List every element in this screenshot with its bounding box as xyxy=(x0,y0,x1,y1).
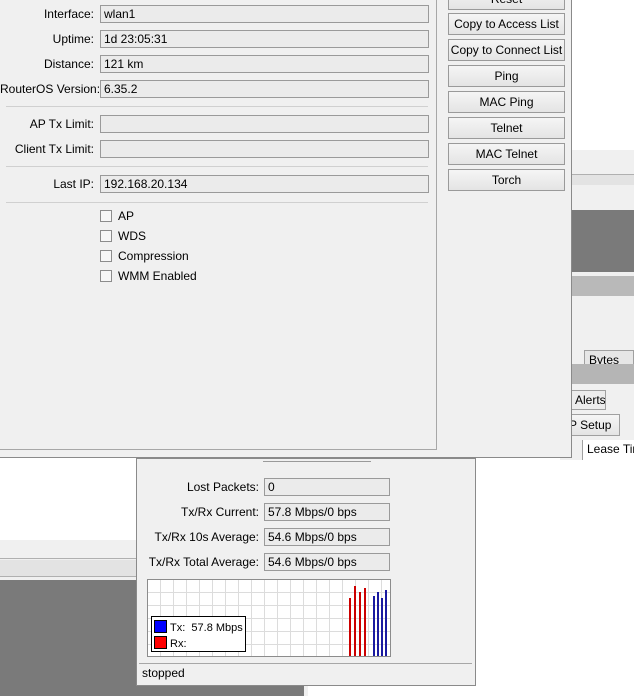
general-panel: Interface: wlan1 Uptime: 1d 23:05:31 Dis… xyxy=(0,0,437,450)
column-header-lease[interactable]: Lease Tim xyxy=(582,440,634,460)
tx-rx-current-label: Tx/Rx Current: xyxy=(180,505,259,519)
interface-label: Interface: xyxy=(43,7,94,21)
tx-rx-10s-average-field[interactable]: 54.6 Mbps/0 bps xyxy=(264,528,390,546)
checkbox-wds[interactable]: WDS xyxy=(100,229,146,245)
checkbox-wmm-enabled-box[interactable] xyxy=(100,270,112,282)
tx-rx-current-field[interactable]: 57.8 Mbps/0 bps xyxy=(264,503,390,521)
column-header-lease-label: Lease Tim xyxy=(587,442,634,456)
uptime-field[interactable]: 1d 23:05:31 xyxy=(100,30,429,48)
setup-button-label: P Setup xyxy=(569,418,612,432)
checkbox-wds-label: WDS xyxy=(118,229,146,243)
checkbox-compression[interactable]: Compression xyxy=(100,249,189,265)
checkbox-compression-label: Compression xyxy=(118,249,189,263)
distance-field[interactable]: 121 km xyxy=(100,55,429,73)
routeros-version-label: RouterOS Version: xyxy=(0,82,101,96)
checkbox-ap-label: AP xyxy=(118,209,135,223)
checkbox-ap[interactable]: AP xyxy=(100,209,134,225)
copy-to-access-list-button[interactable]: Copy to Access List xyxy=(448,13,565,35)
mac-ping-button[interactable]: MAC Ping xyxy=(448,91,565,113)
traffic-stats-window: Lost Packets: 0 Tx/Rx Current: 57.8 Mbps… xyxy=(136,458,476,686)
checkbox-wmm-enabled[interactable]: WMM Enabled xyxy=(100,269,197,285)
ping-button[interactable]: Ping xyxy=(448,65,565,87)
checkbox-compression-box[interactable] xyxy=(100,250,112,262)
legend-tx-value: 57.8 Mbps xyxy=(191,622,243,634)
ap-tx-limit-field[interactable] xyxy=(100,115,429,133)
reset-button[interactable]: Reset xyxy=(448,0,565,10)
status-text: stopped xyxy=(142,666,185,680)
tab-alerts[interactable]: Alerts xyxy=(570,390,606,410)
mac-telnet-button[interactable]: MAC Telnet xyxy=(448,143,565,165)
ap-tx-limit-label: AP Tx Limit: xyxy=(29,117,94,131)
traffic-graph: Tx: 57.8 Mbps Rx: xyxy=(147,579,391,657)
setup-button[interactable]: P Setup xyxy=(564,414,620,436)
separator xyxy=(6,202,428,203)
tab-alerts-label: Alerts xyxy=(575,393,606,407)
checkbox-ap-box[interactable] xyxy=(100,210,112,222)
telnet-button[interactable]: Telnet xyxy=(448,117,565,139)
distance-label: Distance: xyxy=(43,57,94,71)
last-ip-field[interactable]: 192.168.20.134 xyxy=(100,175,429,193)
separator xyxy=(6,106,428,107)
legend-tx-swatch xyxy=(154,620,167,633)
checkbox-wmm-enabled-label: WMM Enabled xyxy=(118,269,197,283)
graph-legend: Tx: 57.8 Mbps Rx: xyxy=(151,616,246,652)
lost-packets-field[interactable]: 0 xyxy=(264,478,390,496)
separator xyxy=(6,166,428,167)
client-tx-limit-label: Client Tx Limit: xyxy=(14,142,94,156)
legend-tx: Tx: 57.8 Mbps xyxy=(154,620,243,634)
field-edge xyxy=(263,459,371,462)
last-ip-label: Last IP: xyxy=(53,177,94,191)
lost-packets-label: Lost Packets: xyxy=(186,480,259,494)
tx-rx-total-average-label: Tx/Rx Total Average: xyxy=(148,555,259,569)
torch-button[interactable]: Torch xyxy=(448,169,565,191)
tx-rx-10s-average-label: Tx/Rx 10s Average: xyxy=(154,530,260,544)
legend-rx-swatch xyxy=(154,636,167,649)
interface-field[interactable]: wlan1 xyxy=(100,5,429,23)
legend-tx-label: Tx: xyxy=(170,622,186,634)
checkbox-wds-box[interactable] xyxy=(100,230,112,242)
legend-rx-label: Rx: xyxy=(170,638,187,650)
uptime-label: Uptime: xyxy=(52,32,94,46)
registration-dialog: Interface: wlan1 Uptime: 1d 23:05:31 Dis… xyxy=(0,0,572,458)
tx-rx-total-average-field[interactable]: 54.6 Mbps/0 bps xyxy=(264,553,390,571)
legend-rx: Rx: xyxy=(154,636,187,650)
copy-to-connect-list-button[interactable]: Copy to Connect List xyxy=(448,39,565,61)
client-tx-limit-field[interactable] xyxy=(100,140,429,158)
status-bar: stopped xyxy=(139,663,472,682)
routeros-version-field[interactable]: 6.35.2 xyxy=(100,80,429,98)
